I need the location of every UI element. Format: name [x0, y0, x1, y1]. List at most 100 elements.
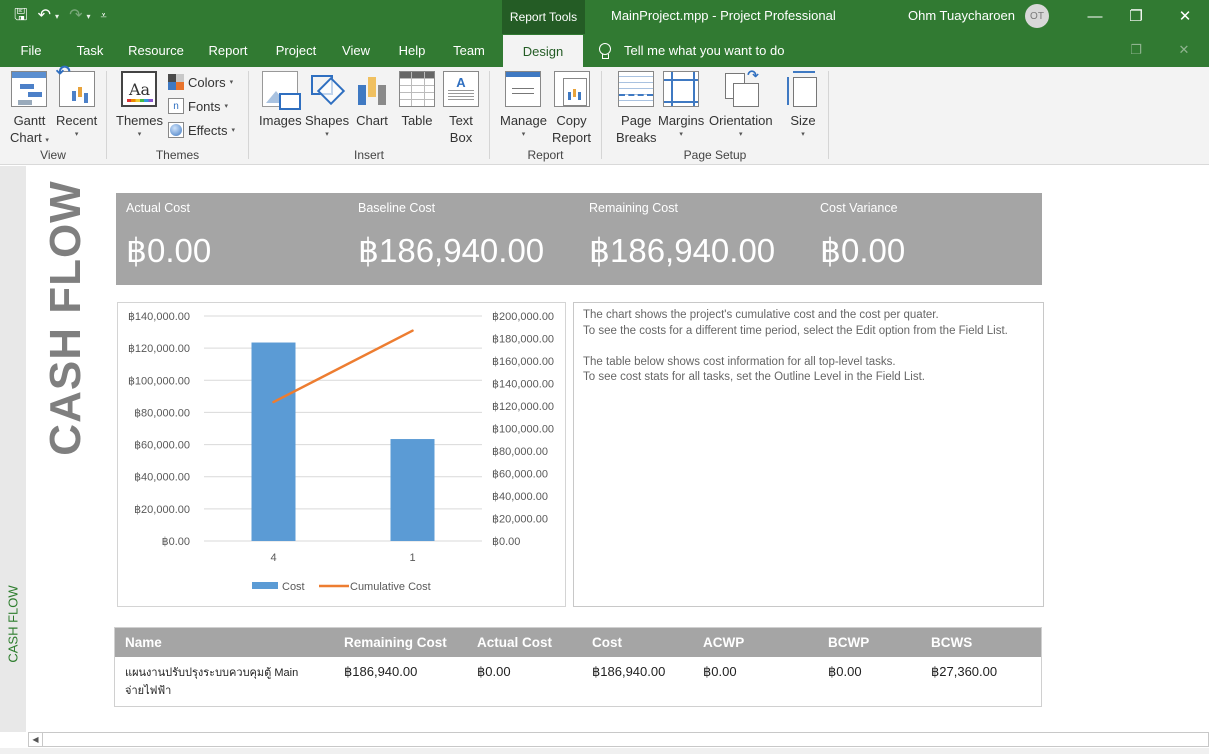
y-primary-tick-label: ฿20,000.00 [134, 504, 190, 516]
minimize-button[interactable]: — [1080, 4, 1110, 28]
horizontal-scrollbar[interactable]: ◀ [28, 732, 1209, 747]
colors-button[interactable]: Colors ▾ [168, 74, 233, 90]
tell-me-search[interactable]: Tell me what you want to do [598, 34, 784, 67]
y-primary-tick-label: ฿120,000.00 [128, 343, 190, 355]
effects-button[interactable]: Effects ▾ [168, 122, 235, 138]
save-icon[interactable]: 🖫 [14, 6, 28, 26]
orientation-button[interactable]: ↷ Orientation ▾ [709, 67, 773, 141]
undo-icon[interactable]: ↶ [38, 6, 51, 26]
chevron-down-icon: ▾ [739, 131, 743, 138]
ribbon-group-insert: Images Shapes ▾ Chart Table A Text Box I… [249, 67, 489, 165]
margins-button[interactable]: Margins ▾ [658, 71, 704, 141]
kpi-band[interactable]: Actual Cost ฿0.00 Baseline Cost ฿186,940… [116, 193, 1042, 285]
ribbon-tabs: File Task Resource Report Project View H… [0, 34, 1209, 67]
cell-cost: ฿186,940.00 [592, 664, 666, 679]
cash-flow-chart[interactable]: ฿0.00 ฿20,000.00 ฿40,000.00 ฿60,000.00 ฿80,0… [117, 302, 566, 607]
lightbulb-icon [598, 42, 612, 59]
chevron-down-icon: ▾ [45, 137, 49, 144]
tab-team[interactable]: Team [446, 34, 492, 67]
chevron-down-icon: ▾ [679, 131, 683, 138]
group-label-report: Report [527, 148, 564, 162]
chart-icon [354, 71, 390, 107]
tab-resource[interactable]: Resource [122, 34, 190, 67]
tab-help[interactable]: Help [390, 34, 434, 67]
notes-text-box[interactable]: The chart shows the project's cumulative… [573, 302, 1044, 607]
themes-button[interactable]: Aa Themes ▾ [116, 71, 163, 141]
view-bar: CASH FLOW [0, 166, 26, 732]
manage-icon [505, 71, 542, 107]
document-restore-button[interactable]: ❐ [1124, 40, 1148, 60]
y-secondary-tick-label: ฿200,000.00 [492, 311, 554, 323]
margins-icon [663, 71, 700, 107]
text-box-button[interactable]: A Text Box [443, 71, 479, 146]
text-box-icon: A [443, 71, 479, 107]
copy-report-button[interactable]: Copy Report [552, 71, 591, 146]
chart-button[interactable]: Chart [354, 71, 390, 129]
tab-view[interactable]: View [334, 34, 378, 67]
tab-task[interactable]: Task [68, 34, 112, 67]
kpi-label: Actual Cost [126, 201, 190, 215]
customize-qat-icon[interactable]: ⩡ [100, 6, 106, 26]
chevron-down-icon: ▾ [74, 131, 79, 138]
chart-svg: ฿0.00 ฿20,000.00 ฿40,000.00 ฿60,000.00 ฿80,0… [128, 311, 554, 593]
page-breaks-button[interactable]: Page Breaks [616, 71, 656, 146]
tab-file[interactable]: File [12, 34, 50, 67]
y-primary-tick-label: ฿80,000.00 [134, 407, 190, 419]
legend-label-cumulative-cost: Cumulative Cost [350, 581, 431, 593]
redo-dropdown-icon[interactable]: ▾ [86, 12, 90, 21]
chevron-down-icon: ▾ [229, 79, 234, 86]
document-close-button[interactable]: ✕ [1172, 40, 1196, 60]
chevron-down-icon: ▾ [521, 131, 526, 138]
gantt-chart-button[interactable]: Gantt Chart ▾ [10, 71, 49, 147]
kpi-value: ฿0.00 [820, 232, 906, 269]
redo-icon[interactable]: ↷ [69, 6, 82, 26]
tab-project[interactable]: Project [266, 34, 326, 67]
themes-icon: Aa [121, 71, 158, 107]
restore-button[interactable]: ❐ [1121, 4, 1151, 28]
report-title[interactable]: CASH FLOW [41, 180, 91, 455]
y-secondary-tick-label: ฿100,000.00 [492, 424, 554, 436]
ribbon-group-page-setup: Page Breaks Margins ▾ ↷ Orientation ▾ Si… [602, 67, 828, 165]
images-button[interactable]: Images [259, 71, 302, 129]
kpi-label: Baseline Cost [358, 201, 436, 215]
close-button[interactable]: ✕ [1170, 4, 1200, 28]
y-primary-tick-label: ฿100,000.00 [128, 375, 190, 387]
y-secondary-tick-label: ฿20,000.00 [492, 514, 548, 526]
fonts-button[interactable]: n Fonts ▾ [168, 98, 228, 114]
size-button[interactable]: Size ▾ [785, 71, 821, 141]
view-bar-label[interactable]: CASH FLOW [6, 585, 21, 662]
chevron-down-icon: ▾ [224, 103, 229, 110]
kpi-value: ฿186,940.00 [358, 232, 545, 269]
group-divider [828, 71, 829, 159]
ribbon: Gantt Chart ▾ Recent ▾ View Aa Themes ▾ … [0, 64, 1209, 165]
manage-button[interactable]: Manage ▾ [500, 71, 547, 141]
avatar[interactable]: OT [1025, 4, 1049, 28]
scroll-left-arrow-icon[interactable]: ◀ [29, 733, 43, 746]
cell-remaining-cost: ฿186,940.00 [344, 664, 418, 679]
kpi-label: Remaining Cost [589, 201, 678, 215]
user-name[interactable]: Ohm Tuaycharoen [908, 8, 1015, 23]
y-secondary-tick-label: ฿80,000.00 [492, 446, 548, 458]
cost-table[interactable]: Name Remaining Cost Actual Cost Cost ACW… [114, 627, 1042, 707]
table-button[interactable]: Table [399, 71, 435, 129]
group-label-view: View [40, 148, 66, 162]
tell-me-placeholder[interactable]: Tell me what you want to do [624, 43, 784, 58]
y-primary-tick-label: ฿40,000.00 [134, 472, 190, 484]
note-line: To see the costs for a different time pe… [583, 324, 1008, 337]
undo-dropdown-icon[interactable]: ▾ [55, 12, 59, 21]
column-header: Cost [592, 635, 622, 650]
column-header: Name [125, 635, 162, 650]
tab-report[interactable]: Report [200, 34, 256, 67]
note-line: The table below shows cost information f… [583, 355, 896, 368]
recent-button[interactable]: Recent ▾ [56, 64, 98, 141]
copy-report-icon [553, 71, 590, 107]
chevron-down-icon: ▾ [137, 131, 142, 138]
status-bar [0, 748, 1209, 754]
cell-bcwp: ฿0.00 [828, 664, 862, 679]
chevron-down-icon: ▾ [325, 131, 329, 138]
cell-name: แผนงานปรับปรุงระบบควบคุมตู้ Main จ่ายไฟฟ… [125, 667, 299, 697]
shapes-button[interactable]: Shapes ▾ [305, 71, 349, 141]
report-tools-context-label: Report Tools [502, 0, 585, 34]
ribbon-group-report: Manage ▾ Copy Report Report [490, 67, 601, 165]
tab-design[interactable]: Design [503, 35, 583, 67]
